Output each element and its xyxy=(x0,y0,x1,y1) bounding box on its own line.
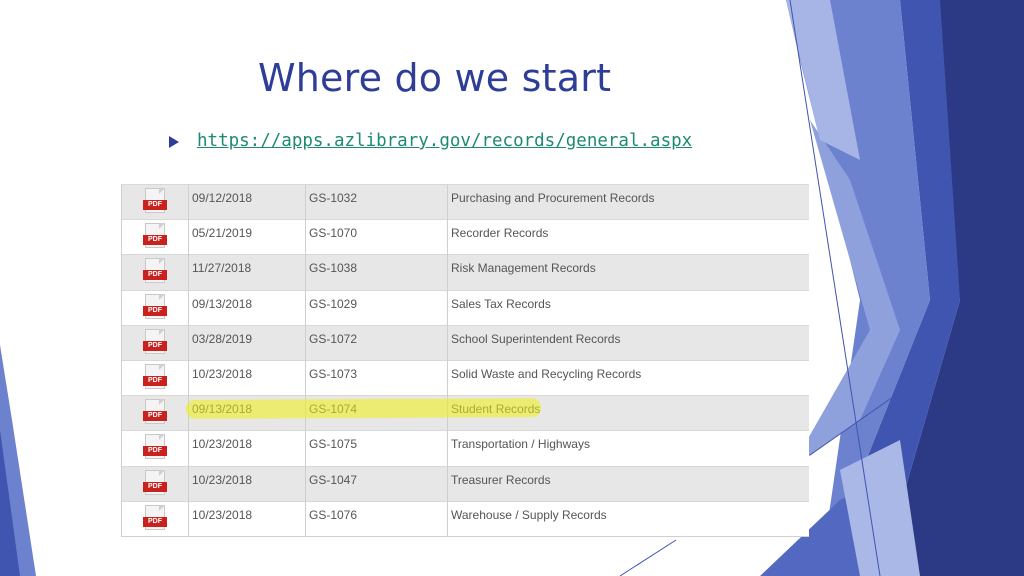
pdf-cell[interactable]: PDF xyxy=(121,324,189,361)
table-row: PDF 10/23/2018 GS-1073 Solid Waste and Recy… xyxy=(121,359,809,396)
record-title: Student Records xyxy=(447,395,809,431)
pdf-icon-label: PDF xyxy=(143,270,167,281)
record-title: School Superintendent Records xyxy=(447,324,809,361)
pdf-icon[interactable]: PDF xyxy=(143,258,167,285)
table-row: PDF 11/27/2018 GS-1038 Risk Management Reco… xyxy=(121,254,809,291)
pdf-icon[interactable]: PDF xyxy=(143,434,167,461)
pdf-icon-label: PDF xyxy=(143,376,167,387)
record-date: 10/23/2018 xyxy=(188,500,306,537)
record-code: GS-1032 xyxy=(305,183,448,220)
table-row: PDF 03/28/2019 GS-1072 School Superintenden… xyxy=(121,324,809,361)
record-title: Purchasing and Procurement Records xyxy=(447,183,809,220)
table-row: PDF 09/12/2018 GS-1032 Purchasing and Procu… xyxy=(121,183,809,220)
record-code: GS-1076 xyxy=(305,500,448,537)
record-title: Recorder Records xyxy=(447,219,809,255)
table-row: PDF 09/13/2018 GS-1074 Student Records xyxy=(121,395,809,431)
pdf-icon[interactable]: PDF xyxy=(143,364,167,391)
record-title: Solid Waste and Recycling Records xyxy=(447,359,809,396)
record-code: GS-1074 xyxy=(305,395,448,431)
record-title: Risk Management Records xyxy=(447,254,809,291)
pdf-icon-label: PDF xyxy=(143,305,167,316)
table-row: PDF 09/13/2018 GS-1029 Sales Tax Records xyxy=(121,289,809,326)
pdf-icon-label: PDF xyxy=(143,516,167,527)
record-title: Transportation / Highways xyxy=(447,430,809,466)
record-date: 09/13/2018 xyxy=(188,395,306,431)
record-code: GS-1073 xyxy=(305,359,448,396)
records-table: PDF 09/12/2018 GS-1032 Purchasing and Procu… xyxy=(121,183,809,537)
pdf-icon-label: PDF xyxy=(143,481,167,492)
pdf-cell[interactable]: PDF xyxy=(121,359,189,396)
pdf-icon-label: PDF xyxy=(143,411,167,422)
record-title: Treasurer Records xyxy=(447,465,809,502)
record-date: 10/23/2018 xyxy=(188,465,306,502)
pdf-icon[interactable]: PDF xyxy=(143,469,167,497)
pdf-cell[interactable]: PDF xyxy=(121,254,189,291)
record-date: 11/27/2018 xyxy=(188,254,306,291)
table-row: PDF 10/23/2018 GS-1076 Warehouse / Supply R… xyxy=(121,500,809,537)
record-date: 10/23/2018 xyxy=(188,430,306,466)
pdf-cell[interactable]: PDF xyxy=(121,500,189,537)
record-title: Sales Tax Records xyxy=(447,289,809,326)
record-date: 03/28/2019 xyxy=(188,324,306,361)
pdf-cell[interactable]: PDF xyxy=(121,219,189,255)
pdf-icon[interactable]: PDF xyxy=(143,328,167,356)
pdf-icon[interactable]: PDF xyxy=(143,293,167,321)
record-date: 10/23/2018 xyxy=(188,359,306,396)
table-row: PDF 05/21/2019 GS-1070 Recorder Records xyxy=(121,219,809,255)
pdf-icon-label: PDF xyxy=(143,200,167,211)
record-code: GS-1038 xyxy=(305,254,448,291)
pdf-cell[interactable]: PDF xyxy=(121,183,189,220)
bullet-arrow-icon xyxy=(169,136,179,148)
records-url-link[interactable]: https://apps.azlibrary.gov/records/gener… xyxy=(197,131,692,151)
record-date: 09/13/2018 xyxy=(188,289,306,326)
record-code: GS-1070 xyxy=(305,219,448,255)
slide-title: Where do we start xyxy=(258,56,612,100)
pdf-cell[interactable]: PDF xyxy=(121,430,189,466)
record-code: GS-1072 xyxy=(305,324,448,361)
pdf-icon[interactable]: PDF xyxy=(143,399,167,426)
record-date: 05/21/2019 xyxy=(188,219,306,255)
pdf-icon-label: PDF xyxy=(143,446,167,457)
pdf-cell[interactable]: PDF xyxy=(121,465,189,502)
record-code: GS-1029 xyxy=(305,289,448,326)
pdf-icon-label: PDF xyxy=(143,235,167,246)
pdf-cell[interactable]: PDF xyxy=(121,395,189,431)
record-date: 09/12/2018 xyxy=(188,183,306,220)
pdf-icon[interactable]: PDF xyxy=(143,188,167,215)
pdf-icon[interactable]: PDF xyxy=(143,504,167,532)
table-row: PDF 10/23/2018 GS-1075 Transportation / Hig… xyxy=(121,430,809,466)
pdf-icon-label: PDF xyxy=(143,340,167,351)
pdf-icon[interactable]: PDF xyxy=(143,223,167,250)
record-title: Warehouse / Supply Records xyxy=(447,500,809,537)
record-code: GS-1075 xyxy=(305,430,448,466)
pdf-cell[interactable]: PDF xyxy=(121,289,189,326)
table-row: PDF 10/23/2018 GS-1047 Treasurer Records xyxy=(121,465,809,502)
record-code: GS-1047 xyxy=(305,465,448,502)
